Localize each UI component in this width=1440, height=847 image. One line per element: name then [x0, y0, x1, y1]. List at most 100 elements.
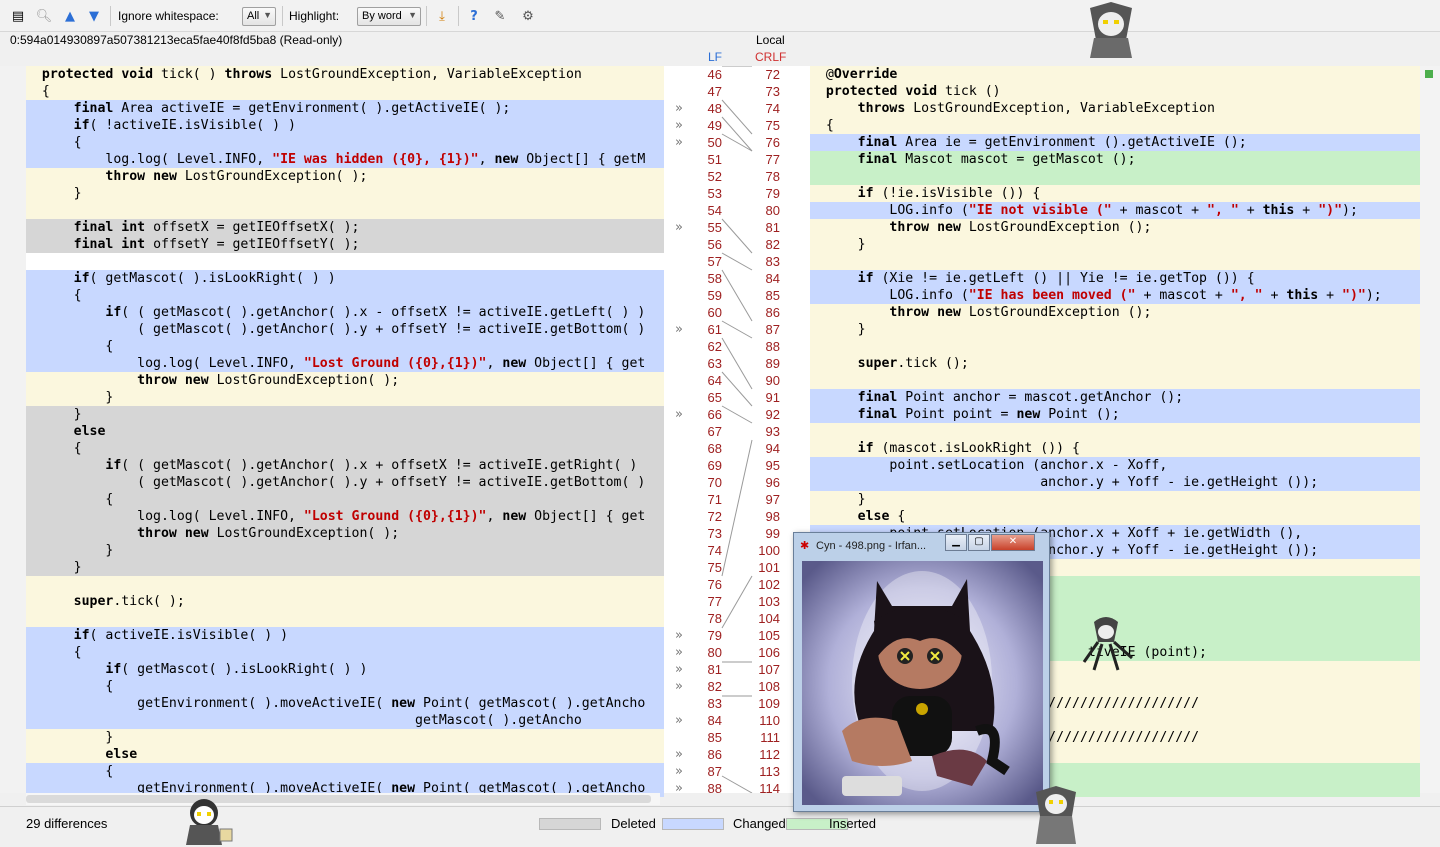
apply-change-icon[interactable]: » [664, 100, 694, 117]
close-button[interactable]: ✕ [991, 534, 1035, 551]
right-code-line[interactable]: { [810, 117, 1420, 134]
left-code-line[interactable]: getEnvironment( ).moveActiveIE( new Poin… [26, 695, 664, 712]
left-code-line[interactable]: else [26, 746, 664, 763]
left-code-line[interactable]: { [26, 644, 664, 661]
edit-icon[interactable]: ✎ [490, 6, 510, 26]
apply-change-icon[interactable]: » [664, 117, 694, 134]
left-code-line[interactable]: { [26, 134, 664, 151]
left-code-line[interactable]: if( ( getMascot( ).getAnchor( ).x - offs… [26, 304, 664, 321]
left-code-line[interactable]: { [26, 440, 664, 457]
right-code-line[interactable]: if (!ie.isVisible ()) { [810, 185, 1420, 202]
left-code-line[interactable]: if( ( getMascot( ).getAnchor( ).x + offs… [26, 457, 664, 474]
left-code-line[interactable] [26, 253, 664, 270]
left-code-line[interactable]: } [26, 185, 664, 202]
left-code-line[interactable] [26, 202, 664, 219]
left-code-line[interactable]: } [26, 729, 664, 746]
apply-change-icon[interactable]: » [664, 746, 694, 763]
download-icon[interactable]: ⤓ [432, 6, 452, 26]
copy-icon[interactable]: ▤ [8, 6, 28, 26]
right-code-line[interactable]: LOG.info ("IE has been moved (" + mascot… [810, 287, 1420, 304]
left-code-line[interactable]: if( getMascot( ).isLookRight( ) ) [26, 270, 664, 287]
left-code-line[interactable]: final int offsetY = getIEOffsetY( ); [26, 236, 664, 253]
right-code-line[interactable]: if (Xie != ie.getLeft () || Yie != ie.ge… [810, 270, 1420, 287]
left-code-line[interactable]: } [26, 406, 664, 423]
right-code-line[interactable]: throws LostGroundException, VariableExce… [810, 100, 1420, 117]
find-icon[interactable]: 🔍︎ [34, 6, 54, 26]
right-code-line[interactable]: else { [810, 508, 1420, 525]
previous-difference-icon[interactable]: ▲ [60, 6, 80, 26]
right-code-line[interactable]: throw new LostGroundException (); [810, 219, 1420, 236]
left-code-line[interactable]: { [26, 83, 664, 100]
left-code-line[interactable]: { [26, 287, 664, 304]
right-code-line[interactable] [810, 253, 1420, 270]
left-code-line[interactable]: protected void tick( ) throws LostGround… [26, 66, 664, 83]
right-code-line[interactable] [810, 338, 1420, 355]
left-code-line[interactable]: if( activeIE.isVisible( ) ) [26, 627, 664, 644]
left-code-line[interactable]: } [26, 559, 664, 576]
right-code-line[interactable]: LOG.info ("IE not visible (" + mascot + … [810, 202, 1420, 219]
left-code-line[interactable]: ( getMascot( ).getAnchor( ).y + offsetY … [26, 474, 664, 491]
apply-change-icon[interactable]: » [664, 661, 694, 678]
left-code-line[interactable]: ( getMascot( ).getAnchor( ).y + offsetY … [26, 321, 664, 338]
highlight-select[interactable]: By word ▼ [357, 7, 421, 26]
left-code-line[interactable]: { [26, 491, 664, 508]
right-code-line[interactable]: final Area ie = getEnvironment ().getAct… [810, 134, 1420, 151]
left-code-line[interactable]: else [26, 423, 664, 440]
left-code-line[interactable]: log.log( Level.INFO, "Lost Ground ({0},{… [26, 355, 664, 372]
left-code-line[interactable] [26, 610, 664, 627]
right-code-line[interactable]: final Mascot mascot = getMascot (); [810, 151, 1420, 168]
right-code-line[interactable]: } [810, 491, 1420, 508]
gear-icon[interactable]: ⚙ [518, 6, 538, 26]
left-code-line[interactable]: } [26, 542, 664, 559]
right-code-line[interactable]: } [810, 236, 1420, 253]
horizontal-scrollbar[interactable] [26, 793, 660, 805]
left-code-line[interactable]: { [26, 763, 664, 780]
right-scrollbar[interactable] [1420, 66, 1440, 793]
left-code-line[interactable]: if( !activeIE.isVisible( ) ) [26, 117, 664, 134]
left-code-line[interactable]: } [26, 389, 664, 406]
left-code-line[interactable]: if( getMascot( ).isLookRight( ) ) [26, 661, 664, 678]
apply-change-icon[interactable]: » [664, 712, 694, 729]
left-code-line[interactable]: throw new LostGroundException( ); [26, 525, 664, 542]
right-code-line[interactable] [810, 168, 1420, 185]
apply-change-icon[interactable]: » [664, 406, 694, 423]
left-code-line[interactable]: getMascot( ).getAncho [26, 712, 664, 729]
maximize-button[interactable]: ▢ [968, 534, 990, 551]
left-code-line[interactable]: { [26, 338, 664, 355]
ignore-whitespace-select[interactable]: All ▼ [242, 7, 276, 26]
right-code-line[interactable]: final Point point = new Point (); [810, 406, 1420, 423]
apply-change-icon[interactable]: » [664, 678, 694, 695]
left-code-line[interactable]: throw new LostGroundException( ); [26, 168, 664, 185]
apply-change-icon[interactable]: » [664, 780, 694, 797]
next-difference-icon[interactable]: ▼ [84, 6, 104, 26]
apply-change-icon[interactable]: » [664, 134, 694, 151]
apply-change-icon[interactable]: » [664, 627, 694, 644]
help-icon[interactable]: ? [464, 6, 484, 26]
apply-change-icon[interactable]: » [664, 219, 694, 236]
right-code-line[interactable]: @Override [810, 66, 1420, 83]
left-code-line[interactable]: throw new LostGroundException( ); [26, 372, 664, 389]
apply-change-icon[interactable]: » [664, 763, 694, 780]
right-code-line[interactable]: anchor.y + Yoff - ie.getHeight ()); [810, 474, 1420, 491]
right-code-line[interactable]: } [810, 321, 1420, 338]
left-code-line[interactable]: { [26, 678, 664, 695]
scroll-thumb[interactable] [26, 795, 651, 803]
apply-change-icon[interactable]: » [664, 321, 694, 338]
right-code-line[interactable] [810, 423, 1420, 440]
left-code-line[interactable]: final int offsetX = getIEOffsetX( ); [26, 219, 664, 236]
right-code-line[interactable]: protected void tick () [810, 83, 1420, 100]
right-code-line[interactable]: super.tick (); [810, 355, 1420, 372]
left-code-line[interactable]: log.log( Level.INFO, "Lost Ground ({0},{… [26, 508, 664, 525]
left-code-line[interactable]: final Area activeIE = getEnvironment( ).… [26, 100, 664, 117]
right-code-line[interactable] [810, 372, 1420, 389]
left-code-line[interactable]: super.tick( ); [26, 593, 664, 610]
minimize-button[interactable]: ▁ [945, 534, 967, 551]
left-code-line[interactable]: log.log( Level.INFO, "IE was hidden ({0}… [26, 151, 664, 168]
apply-change-icon[interactable]: » [664, 644, 694, 661]
right-code-line[interactable]: point.setLocation (anchor.x - Xoff, [810, 457, 1420, 474]
image-viewer-window[interactable]: ✱ Cyn - 498.png - Irfan... ▁ ▢ ✕ [793, 532, 1050, 812]
left-code-line[interactable] [26, 576, 664, 593]
right-code-line[interactable]: final Point anchor = mascot.getAnchor ()… [810, 389, 1420, 406]
right-code-line[interactable]: throw new LostGroundException (); [810, 304, 1420, 321]
right-code-line[interactable]: if (mascot.isLookRight ()) { [810, 440, 1420, 457]
